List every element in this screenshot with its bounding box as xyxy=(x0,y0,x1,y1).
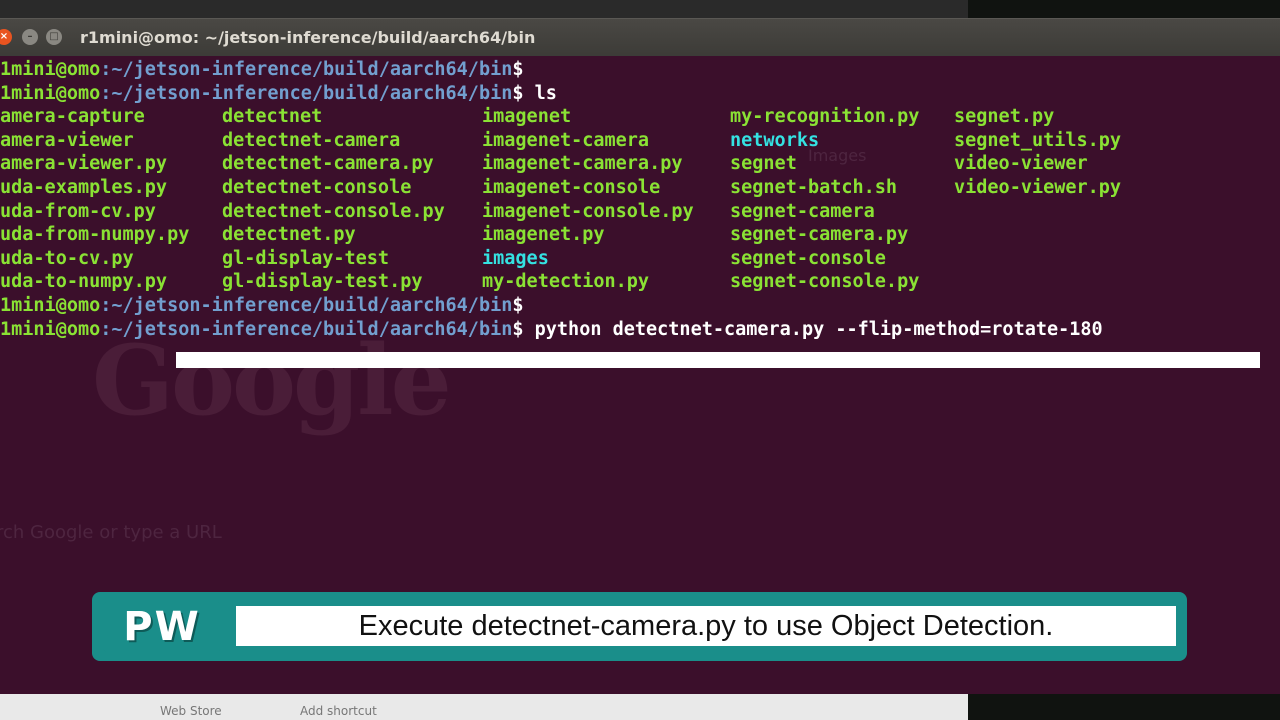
close-icon[interactable]: × xyxy=(0,29,12,45)
prompt-symbol: $ xyxy=(512,295,524,316)
browser-bottom-bar: Web Store Add shortcut xyxy=(0,694,968,720)
prompt-line: 1mini@omo:~/jetson-inference/build/aarch… xyxy=(0,294,524,318)
ls-file-entry: my-recognition.py xyxy=(730,106,920,128)
prompt-line: 1mini@omo:~/jetson-inference/build/aarch… xyxy=(0,82,557,106)
web-store-link[interactable]: Web Store xyxy=(160,704,222,718)
ls-file-entry: imagenet-camera.py xyxy=(482,153,683,175)
ls-file-entry: uda-examples.py xyxy=(0,177,168,198)
ls-file-entry: amera-viewer.py xyxy=(0,153,168,175)
ls-file-entry: segnet xyxy=(730,153,797,175)
window-title: r1mini@omo: ~/jetson-inference/build/aar… xyxy=(80,28,536,47)
ls-file-entry: detectnet-camera xyxy=(222,129,401,151)
prompt-user: 1mini@omo xyxy=(0,59,101,80)
ls-file-entry: segnet-camera xyxy=(730,200,875,222)
ls-file-entry: uda-to-cv.py xyxy=(0,247,134,269)
ls-file-entry: video-viewer xyxy=(954,153,1088,175)
prompt-path: :~/jetson-inference/build/aarch64/bin xyxy=(100,318,513,340)
ls-file-entry: segnet-console.py xyxy=(730,271,920,293)
ls-file-entry: segnet-camera.py xyxy=(730,224,909,246)
command-text: ls xyxy=(523,82,557,104)
ls-file-entry: imagenet xyxy=(482,106,572,128)
ls-file-entry: detectnet xyxy=(222,106,323,128)
ls-file-entry: my-detection.py xyxy=(482,271,650,293)
maximize-icon[interactable]: □ xyxy=(46,29,62,45)
prompt-user: 1mini@omo xyxy=(0,318,101,340)
prompt-symbol: $ xyxy=(512,59,524,80)
ls-directory-entry: networks xyxy=(730,129,820,151)
ls-file-entry: imagenet.py xyxy=(482,224,605,246)
prompt-user: 1mini@omo xyxy=(0,82,101,104)
ls-file-entry: segnet_utils.py xyxy=(954,129,1122,151)
prompt-symbol: $ xyxy=(512,82,524,104)
minimize-icon[interactable]: – xyxy=(22,29,38,45)
progress-bar xyxy=(176,352,1260,368)
prompt-line: 1mini@omo:~/jetson-inference/build/aarch… xyxy=(0,58,524,82)
prompt-line: 1mini@omo:~/jetson-inference/build/aarch… xyxy=(0,318,1103,342)
ls-directory-entry: images xyxy=(482,247,549,269)
caption-text: Execute detectnet-camera.py to use Objec… xyxy=(358,609,1054,642)
pw-logo: PW xyxy=(102,600,222,654)
logo-text: PW xyxy=(123,604,201,650)
ls-file-entry: gl-display-test.py xyxy=(222,271,423,293)
ls-file-entry: uda-to-numpy.py xyxy=(0,271,168,293)
caption-text-box: Execute detectnet-camera.py to use Objec… xyxy=(236,606,1176,646)
ls-file-entry: imagenet-console.py xyxy=(482,200,694,222)
ls-file-entry: amera-capture xyxy=(0,106,145,128)
prompt-path: :~/jetson-inference/build/aarch64/bin xyxy=(100,295,513,316)
terminal-titlebar[interactable]: × – □ r1mini@omo: ~/jetson-inference/bui… xyxy=(0,18,1280,57)
caption-banner: PW Execute detectnet-camera.py to use Ob… xyxy=(92,592,1187,661)
prompt-path: :~/jetson-inference/build/aarch64/bin xyxy=(100,59,513,80)
ls-file-entry: video-viewer.py xyxy=(954,177,1122,198)
ls-file-entry: uda-from-cv.py xyxy=(0,200,156,222)
ls-file-entry: amera-viewer xyxy=(0,129,134,151)
prompt-symbol: $ xyxy=(512,318,524,340)
prompt-path: :~/jetson-inference/build/aarch64/bin xyxy=(100,82,513,104)
ls-file-entry: detectnet-camera.py xyxy=(222,153,434,175)
ls-file-entry: detectnet-console xyxy=(222,177,412,198)
command-text: python detectnet-camera.py --flip-method… xyxy=(523,318,1103,340)
ls-file-entry: uda-from-numpy.py xyxy=(0,224,190,246)
search-placeholder-ghost: rch Google or type a URL xyxy=(0,522,222,543)
ls-file-entry: segnet.py xyxy=(954,106,1055,128)
ls-file-entry: detectnet-console.py xyxy=(222,200,445,222)
ls-file-entry: detectnet.py xyxy=(222,224,356,246)
ls-file-entry: segnet-batch.sh xyxy=(730,177,898,198)
ls-file-entry: gl-display-test xyxy=(222,247,390,269)
prompt-user: 1mini@omo xyxy=(0,295,101,316)
ls-file-entry: imagenet-console xyxy=(482,177,661,198)
add-shortcut-link[interactable]: Add shortcut xyxy=(300,704,377,718)
ls-file-entry: segnet-console xyxy=(730,247,886,269)
ls-file-entry: imagenet-camera xyxy=(482,129,650,151)
